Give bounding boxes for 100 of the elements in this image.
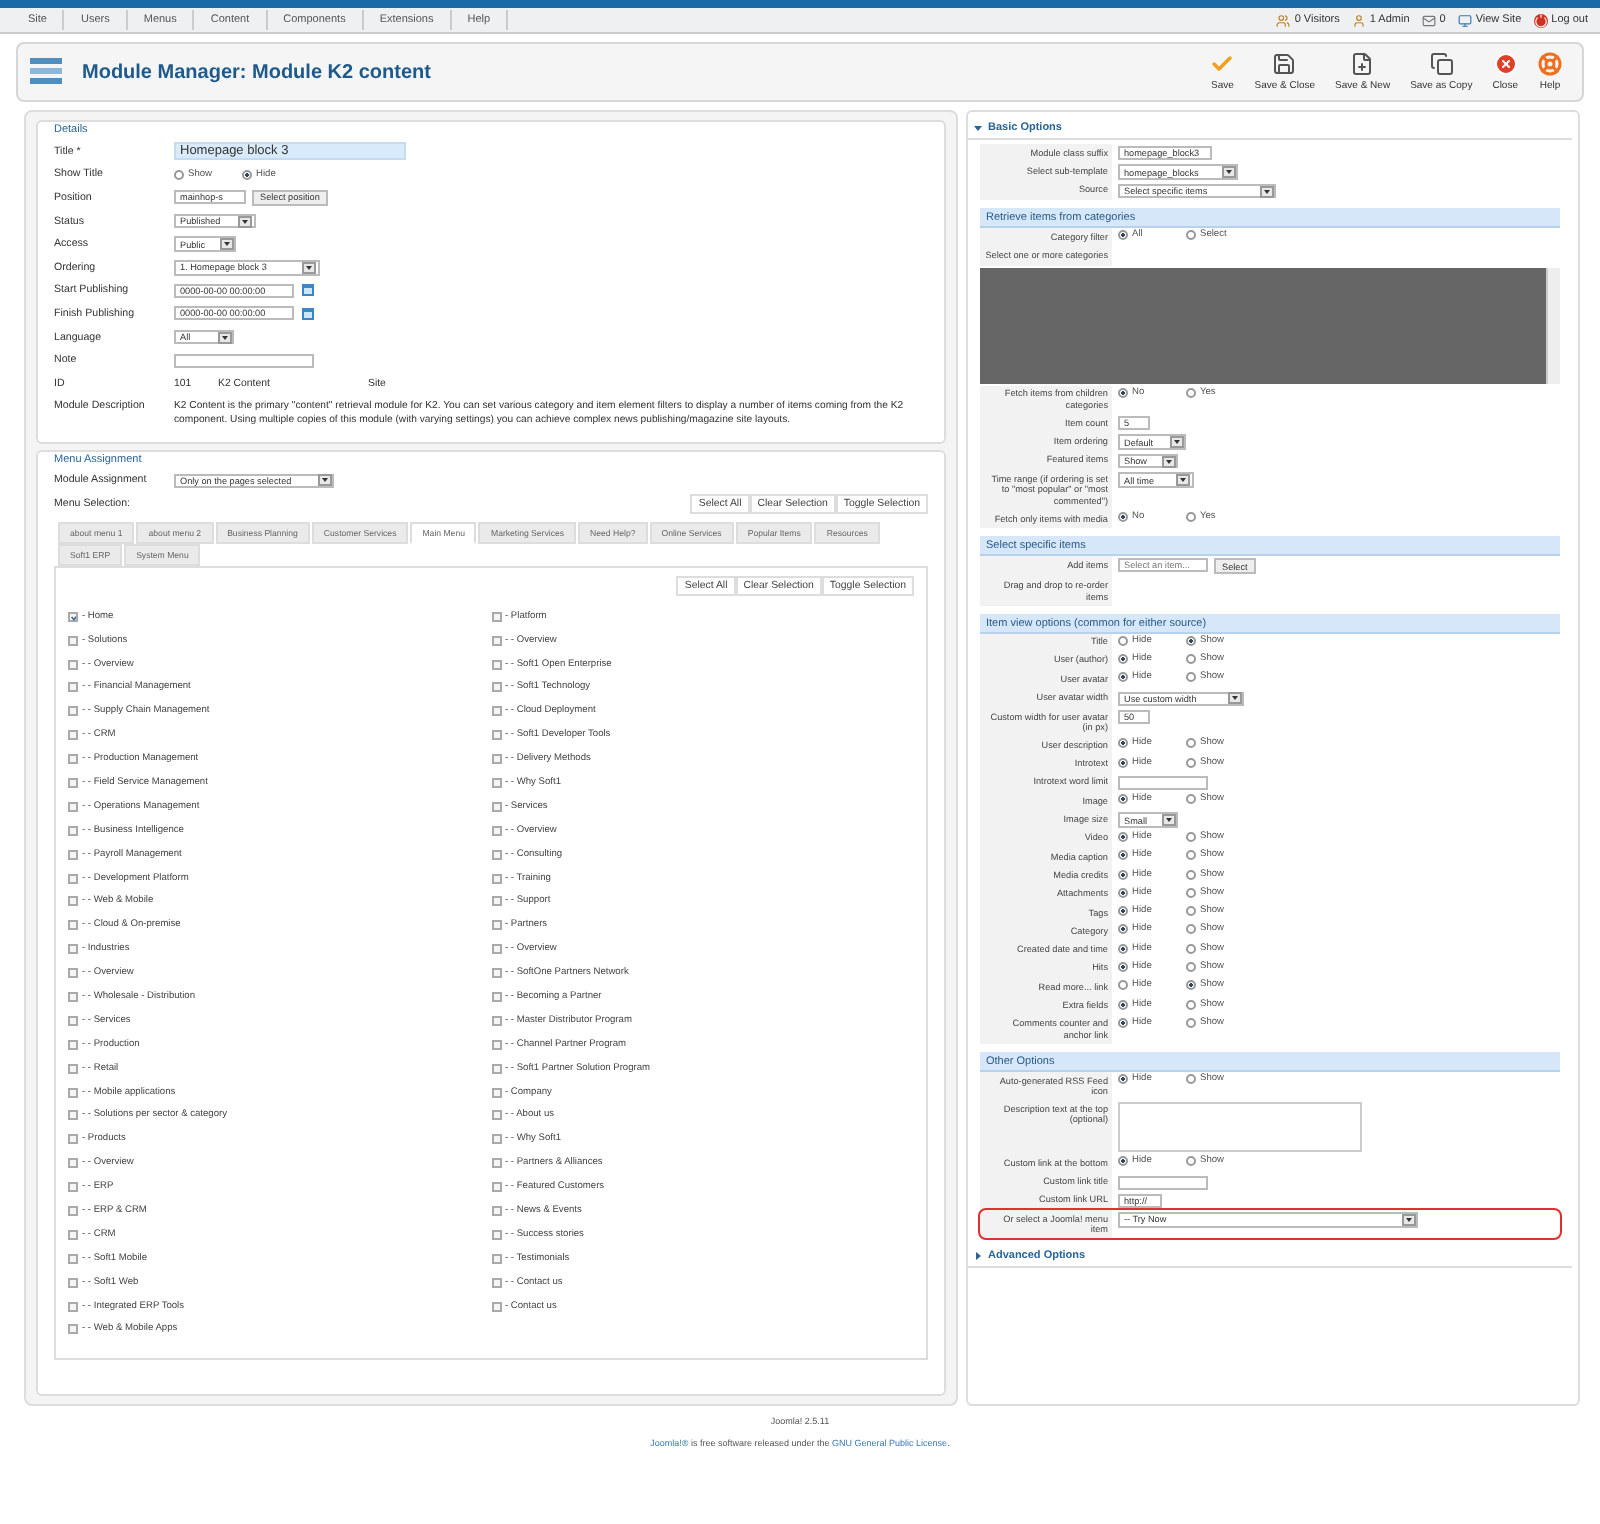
checkbox[interactable] [68, 1324, 78, 1335]
radio-button[interactable] [1118, 794, 1128, 805]
radio-button[interactable] [1118, 738, 1128, 749]
checkbox[interactable] [491, 1110, 501, 1121]
radio-button[interactable] [1118, 943, 1128, 954]
checkbox[interactable] [68, 1134, 78, 1145]
radio-button[interactable] [1186, 831, 1196, 842]
checkbox[interactable] [68, 1277, 78, 1288]
text-field[interactable] [1118, 1175, 1208, 1190]
checkbox[interactable] [68, 1015, 78, 1026]
checkbox[interactable] [68, 849, 78, 860]
checkbox[interactable] [68, 730, 78, 741]
checkbox[interactable] [68, 896, 78, 907]
checkbox[interactable] [491, 1253, 501, 1264]
radio-button[interactable] [1186, 738, 1196, 749]
checkbox[interactable] [68, 1301, 78, 1312]
checkbox[interactable] [68, 1182, 78, 1193]
checkbox[interactable] [491, 1039, 501, 1050]
radio-button[interactable] [1186, 757, 1196, 768]
radio-button[interactable] [1186, 672, 1196, 683]
radio-button[interactable] [1186, 387, 1196, 398]
category-listbox[interactable] [980, 267, 1560, 384]
checkbox[interactable] [491, 992, 501, 1002]
checkbox[interactable] [68, 1206, 78, 1217]
radio-button[interactable] [1118, 850, 1128, 861]
radio-button[interactable] [1118, 1074, 1128, 1085]
checkbox[interactable] [491, 682, 501, 693]
radio-button[interactable] [1118, 924, 1128, 935]
checkbox[interactable] [491, 754, 501, 765]
radio-button[interactable] [1118, 387, 1128, 398]
checkbox[interactable] [68, 873, 78, 884]
checkbox[interactable] [491, 1301, 501, 1312]
checkbox[interactable] [491, 968, 501, 979]
checkbox[interactable] [68, 682, 78, 693]
radio-button[interactable] [1118, 906, 1128, 917]
radio-button[interactable] [1186, 943, 1196, 954]
checkbox[interactable] [491, 873, 501, 884]
checkbox[interactable] [68, 754, 78, 765]
checkbox[interactable] [68, 1253, 78, 1264]
checkbox[interactable] [491, 944, 501, 955]
checkbox[interactable] [491, 706, 501, 717]
checkbox[interactable] [491, 635, 501, 646]
scrollbar[interactable] [1546, 267, 1560, 384]
radio-button[interactable] [1186, 869, 1196, 879]
radio-button[interactable] [1186, 850, 1196, 861]
radio-button[interactable] [1118, 980, 1128, 991]
checkbox[interactable] [68, 777, 78, 788]
checkbox[interactable] [68, 1087, 78, 1098]
radio-button[interactable] [1186, 1156, 1196, 1167]
radio-button[interactable] [1118, 831, 1128, 842]
checkbox[interactable] [491, 1206, 501, 1217]
checkbox[interactable] [68, 1229, 78, 1240]
radio-button[interactable] [1118, 757, 1128, 768]
checkbox[interactable] [491, 611, 501, 622]
checkbox[interactable] [68, 611, 78, 622]
checkbox[interactable] [68, 944, 78, 955]
checkbox[interactable] [68, 992, 78, 1002]
checkbox[interactable] [491, 730, 501, 741]
checkbox[interactable] [491, 1158, 501, 1169]
checkbox[interactable] [68, 1158, 78, 1169]
radio-button[interactable] [1186, 230, 1196, 241]
radio-button[interactable] [1118, 999, 1128, 1010]
text-field[interactable] [1118, 775, 1208, 790]
radio-button[interactable] [1118, 961, 1128, 972]
radio-button[interactable] [1118, 1156, 1128, 1167]
checkbox[interactable] [68, 706, 78, 717]
radio-button[interactable] [1186, 1074, 1196, 1085]
radio-button[interactable] [1118, 1017, 1128, 1028]
checkbox[interactable] [68, 920, 78, 931]
checkbox[interactable] [68, 801, 78, 812]
checkbox[interactable] [491, 896, 501, 907]
checkbox[interactable] [491, 1015, 501, 1026]
checkbox[interactable] [68, 1110, 78, 1121]
checkbox[interactable] [68, 1063, 78, 1074]
checkbox[interactable] [68, 1039, 78, 1050]
radio-button[interactable] [1186, 635, 1196, 646]
radio-button[interactable] [174, 169, 184, 180]
radio-button[interactable] [1118, 512, 1128, 523]
radio-button[interactable] [1118, 869, 1128, 879]
note-field[interactable] [174, 353, 314, 368]
checkbox[interactable] [491, 1229, 501, 1240]
checkbox[interactable] [491, 825, 501, 836]
checkbox[interactable] [491, 1063, 501, 1074]
checkbox[interactable] [68, 659, 78, 670]
checkbox[interactable] [491, 1277, 501, 1288]
radio-button[interactable] [1186, 999, 1196, 1010]
checkbox[interactable] [68, 968, 78, 979]
radio-button[interactable] [1186, 512, 1196, 523]
radio-button[interactable] [1186, 980, 1196, 991]
radio-button[interactable] [242, 169, 252, 180]
checkbox[interactable] [68, 825, 78, 836]
radio-button[interactable] [1186, 1017, 1196, 1028]
checkbox[interactable] [491, 1182, 501, 1193]
checkbox[interactable] [491, 1134, 501, 1145]
radio-button[interactable] [1186, 906, 1196, 917]
checkbox[interactable] [491, 659, 501, 670]
radio-button[interactable] [1186, 653, 1196, 664]
checkbox[interactable] [491, 777, 501, 788]
radio-button[interactable] [1118, 887, 1128, 898]
radio-button[interactable] [1186, 961, 1196, 972]
